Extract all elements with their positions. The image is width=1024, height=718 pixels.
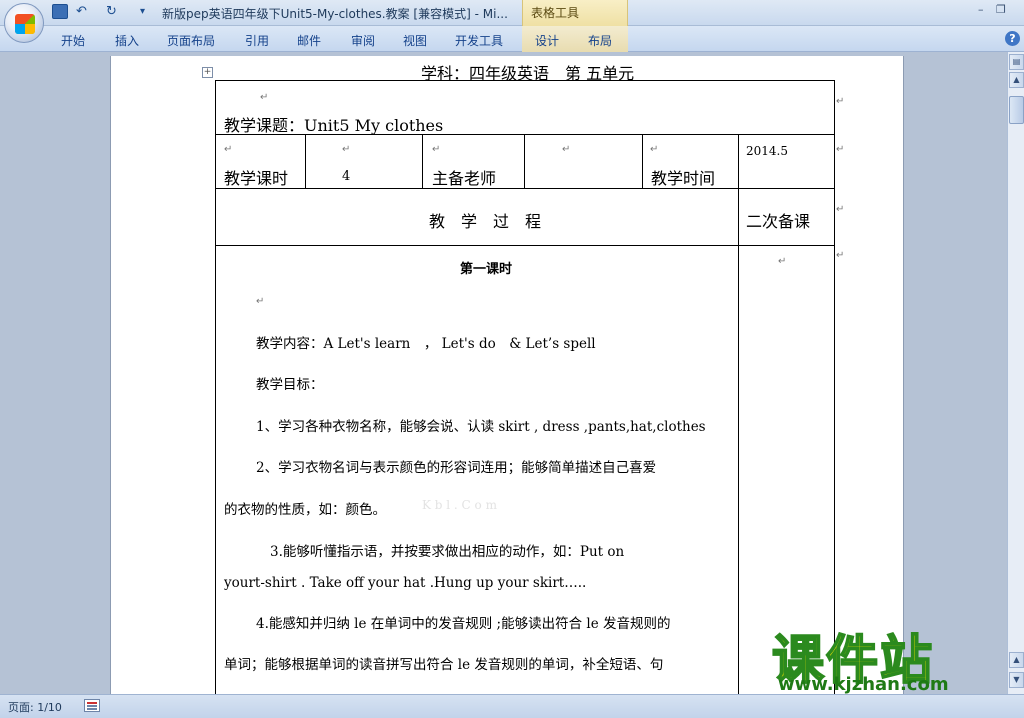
- window-title: 新版pep英语四年级下Unit5-My-clothes.教案 [兼容模式] - …: [162, 7, 508, 21]
- teaching-date-label[interactable]: 教学时间: [651, 165, 715, 189]
- table-move-handle-icon[interactable]: +: [202, 67, 213, 78]
- process-header[interactable]: 教 学 过 程: [429, 208, 541, 232]
- paragraph-mark: ↵: [562, 144, 571, 155]
- vertical-scrollbar[interactable]: ▤ ▲ ▲ ▼: [1007, 52, 1024, 694]
- redo-icon[interactable]: ↻: [106, 4, 117, 19]
- tab-insert[interactable]: 插入: [115, 32, 139, 49]
- ribbon-tabs: 开始 插入 页面布局 引用 邮件 审阅 视图 开发工具 设计 布局 ?: [0, 26, 1024, 52]
- paragraph-mark: ↵: [260, 92, 269, 103]
- page-indicator[interactable]: 页面: 1/10: [8, 699, 62, 715]
- goal-3-continuation[interactable]: yourt-shirt . Take off your hat .Hung up…: [224, 575, 586, 591]
- col-divider: [642, 134, 643, 188]
- col-divider: [305, 134, 306, 188]
- goal-2-continuation[interactable]: 的衣物的性质，如：颜色。: [224, 498, 386, 518]
- col-divider: [738, 134, 739, 694]
- lesson-hours-value[interactable]: 4: [342, 169, 350, 184]
- teaching-goals-label[interactable]: 教学目标：: [256, 373, 324, 393]
- row-end-mark: ↵: [836, 204, 845, 215]
- tab-references[interactable]: 引用: [245, 32, 269, 49]
- second-prep-header[interactable]: 二次备课: [746, 208, 810, 232]
- office-logo-icon: [15, 14, 35, 34]
- lesson-hours-label[interactable]: 教学课时: [224, 165, 288, 189]
- tab-design[interactable]: 设计: [535, 32, 559, 49]
- help-icon[interactable]: ?: [1005, 31, 1020, 46]
- scroll-up-icon[interactable]: ▲: [1009, 72, 1024, 88]
- ruler-toggle-icon[interactable]: ▤: [1009, 54, 1024, 70]
- goal-1-line[interactable]: 1、学习各种衣物名称，能够会说、认读 skirt , dress ,pants,…: [256, 415, 706, 435]
- title-bar: ↶ ↻ ▾ 新版pep英语四年级下Unit5-My-clothes.教案 [兼容…: [0, 0, 1024, 26]
- col-divider: [422, 134, 423, 188]
- goal-3-line[interactable]: 3.能够听懂指示语，并按要求做出相应的动作，如：Put on: [270, 540, 624, 560]
- teacher-label[interactable]: 主备老师: [432, 165, 496, 189]
- tab-review[interactable]: 审阅: [351, 32, 375, 49]
- col-divider: [524, 134, 525, 188]
- save-icon[interactable]: [52, 4, 68, 19]
- tab-mailings[interactable]: 邮件: [297, 32, 321, 49]
- paragraph-mark: ↵: [432, 144, 441, 155]
- lesson-topic[interactable]: 教学课题：Unit5 My clothes: [224, 112, 443, 136]
- office-button[interactable]: [4, 3, 44, 43]
- paragraph-mark: ↵: [256, 296, 265, 307]
- paragraph-mark: ↵: [342, 144, 351, 155]
- watermark-url: www.kjzhan.com: [778, 674, 949, 695]
- row-divider: [215, 188, 835, 189]
- paragraph-mark: ↵: [650, 144, 659, 155]
- undo-icon[interactable]: ↶: [76, 4, 87, 19]
- document-workspace: + 学科：四年级英语 第 五单元 ↵ 教学课题：Unit5 My clothes…: [0, 52, 1007, 694]
- tab-developer[interactable]: 开发工具: [455, 32, 503, 49]
- teaching-content-line[interactable]: 教学内容：A Let's learn ， Let's do & Let’s sp…: [256, 332, 596, 352]
- teaching-date-value[interactable]: 2014.5: [746, 144, 788, 158]
- goal-2-line[interactable]: 2、学习衣物名词与表示颜色的形容词连用；能够简单描述自己喜爱: [256, 456, 656, 476]
- lesson-title[interactable]: 第一课时: [460, 258, 512, 277]
- status-bar: 页面: 1/10: [0, 694, 1024, 718]
- proofing-icon[interactable]: [84, 699, 100, 712]
- row-end-mark: ↵: [836, 144, 845, 155]
- row-end-mark: ↵: [836, 250, 845, 261]
- paragraph-mark: ↵: [778, 256, 787, 267]
- previous-page-icon[interactable]: ▲: [1009, 652, 1024, 668]
- table-tools-label: 表格工具: [531, 6, 580, 20]
- goal-4-line[interactable]: 4.能感知并归纳 le 在单词中的发音规则 ;能够读出符合 le 发音规则的: [256, 612, 671, 632]
- row-end-mark: ↵: [836, 96, 845, 107]
- tab-view[interactable]: 视图: [403, 32, 427, 49]
- tab-layout[interactable]: 布局: [588, 32, 612, 49]
- next-page-icon[interactable]: ▼: [1009, 672, 1024, 688]
- tab-home[interactable]: 开始: [61, 32, 85, 49]
- goal-4-continuation[interactable]: 单词；能够根据单词的读音拼写出符合 le 发音规则的单词，补全短语、句: [224, 653, 663, 673]
- tab-page-layout[interactable]: 页面布局: [167, 32, 215, 49]
- faint-watermark-text: K b l . C o m: [422, 498, 497, 512]
- row-divider: [215, 245, 835, 246]
- scroll-thumb[interactable]: [1009, 96, 1024, 124]
- minimize-icon[interactable]: –: [978, 3, 984, 16]
- restore-icon[interactable]: ❐: [996, 3, 1006, 16]
- table-tools-context-tab: 表格工具: [522, 0, 628, 26]
- paragraph-mark: ↵: [224, 144, 233, 155]
- customize-quick-access-icon[interactable]: ▾: [140, 6, 145, 17]
